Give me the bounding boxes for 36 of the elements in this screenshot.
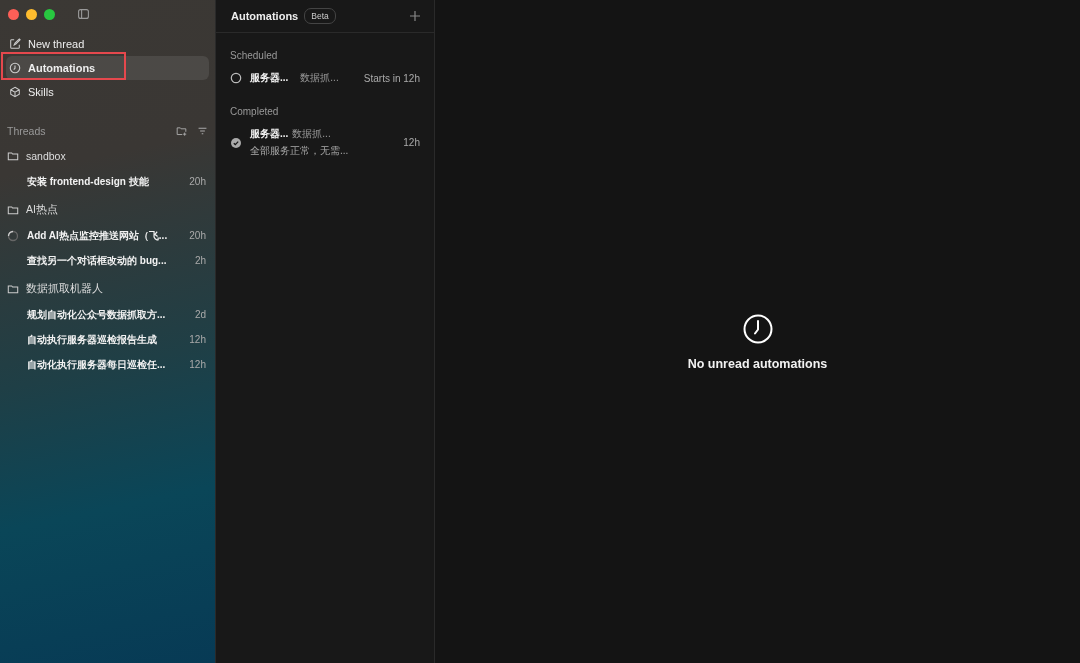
thread-item[interactable]: 规划自动化公众号数据抓取方... 2d — [6, 302, 209, 327]
section-heading: Completed — [229, 105, 280, 119]
clock-icon — [9, 62, 21, 74]
folder-name[interactable]: 数据抓取机器人 — [26, 282, 103, 296]
clock-icon — [741, 312, 774, 345]
zoom-button[interactable] — [44, 8, 55, 20]
beta-badge: Beta — [304, 8, 336, 24]
check-circle-icon — [230, 136, 242, 149]
compose-icon — [9, 38, 21, 50]
add-icon[interactable] — [409, 10, 421, 22]
new-folder-icon[interactable] — [176, 125, 187, 137]
empty-message: No unread automations — [687, 356, 828, 371]
nav-item[interactable]: New thread — [6, 32, 209, 56]
folder-icon — [7, 150, 19, 162]
filter-icon[interactable] — [197, 125, 208, 137]
folder-name[interactable]: AI热点 — [26, 203, 58, 217]
thread-item[interactable]: 安装 frontend-design 技能 20h — [6, 169, 209, 194]
folder-icon — [7, 204, 19, 216]
thread-item[interactable]: 查找另一个对话框改动的 bug... 2h — [6, 248, 209, 273]
automation-item[interactable]: 服务器... 数据抓... 全部服务正常，无需... 12h — [216, 123, 434, 162]
section-heading: Scheduled — [229, 49, 279, 63]
close-button[interactable] — [8, 8, 19, 20]
thread-item[interactable]: 自动执行服务器巡检报告生成 12h — [6, 327, 209, 352]
automation-item[interactable]: 服务器... 数据抓... Starts in 12h — [216, 67, 434, 89]
status-circle-icon — [230, 72, 242, 84]
spinner-icon — [7, 229, 19, 242]
folder-icon — [7, 283, 19, 295]
minimize-button[interactable] — [26, 8, 37, 20]
thread-item[interactable]: Add AI热点监控推送网站（飞... 20h — [6, 223, 209, 248]
nav-item[interactable]: Skills — [6, 80, 209, 104]
thread-item[interactable]: 自动化执行服务器每日巡检任... 12h — [6, 352, 209, 377]
folder-name[interactable]: sandbox — [26, 150, 66, 162]
panel-title: Automations — [231, 10, 299, 22]
section-heading: Threads — [7, 125, 47, 137]
cube-icon — [9, 86, 21, 98]
sidebar-toggle-icon[interactable] — [78, 9, 89, 19]
